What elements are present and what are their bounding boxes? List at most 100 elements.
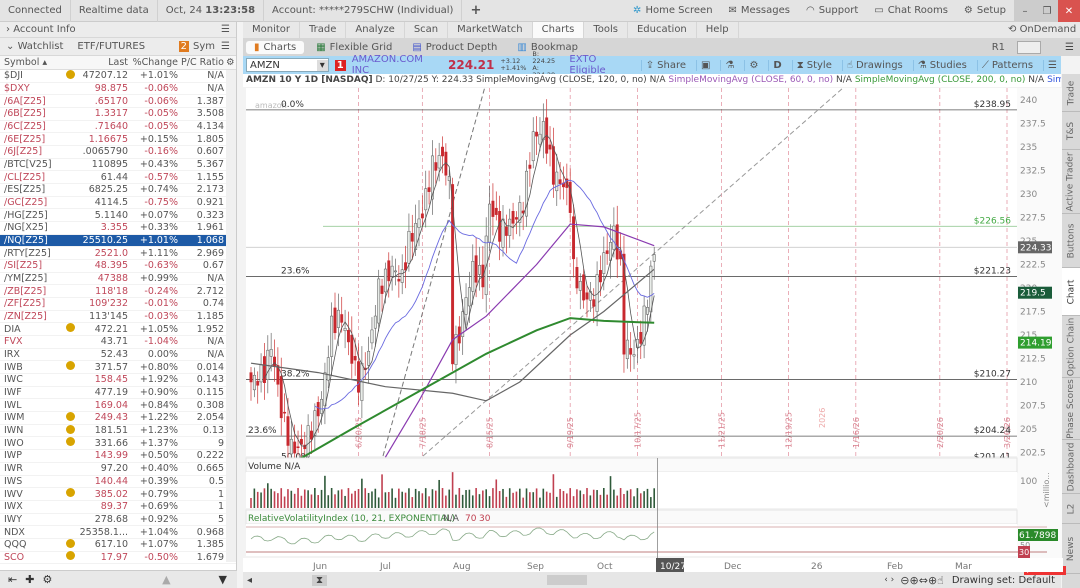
menu-icon[interactable]: ☰	[221, 41, 230, 52]
sma200-legend[interactable]: SimpleMovingAvg (CLOSE, 200, 0, no)	[855, 75, 1026, 85]
home-screen-button[interactable]: ✲ Home Screen	[625, 0, 720, 22]
ondemand-button[interactable]: ⟲ OnDemand	[1008, 22, 1076, 38]
watchlist-row[interactable]: /YM[Z25] 47388 +0.99% N/A	[0, 273, 236, 286]
watchlist-row[interactable]: /BTC[V25] 110895 +0.43% 5.367	[0, 159, 236, 172]
up-arrow-icon[interactable]: ▲	[162, 573, 170, 586]
watchlist-row[interactable]: /NG[X25] 3.355 +0.33% 1.961	[0, 222, 236, 235]
time-pin-handle[interactable]: ⧗	[312, 574, 328, 586]
watchlist-row[interactable]: /HG[Z25] 5.1140 +0.07% 0.323	[0, 209, 236, 223]
share-button[interactable]: ⇪ Share	[640, 59, 690, 71]
watchlist-row[interactable]: NDX 25358.1... +1.04% 0.968	[0, 526, 236, 539]
watchlist-row[interactable]: IWO 331.66 +1.37% 9	[0, 437, 236, 451]
watchlist-row[interactable]: SCO 17.97 -0.50% 1.679	[0, 551, 236, 565]
watchlist-row[interactable]: /SI[Z25] 48.395 -0.63% 0.67	[0, 260, 236, 273]
menu-icon[interactable]: ☰	[1065, 42, 1074, 53]
link-badge[interactable]: 2	[178, 41, 190, 52]
watchlist-row[interactable]: /6A[Z25] .65170 -0.06% 1.387	[0, 95, 236, 109]
col-symbol[interactable]: Symbol ▴	[0, 57, 62, 68]
watchlist-row[interactable]: FVX 43.71 -1.04% N/A	[0, 336, 236, 349]
chevron-down-icon[interactable]: ⌄	[6, 41, 18, 52]
pointer-icon[interactable]: ☝	[937, 574, 944, 587]
gear-icon[interactable]: ⚙	[42, 573, 52, 586]
right-tab-active-trader[interactable]: Active Trader	[1062, 150, 1080, 214]
setup-button[interactable]: ⚙ Setup	[956, 0, 1014, 22]
studies-button[interactable]: ⚗ Studies	[912, 59, 971, 71]
add-icon[interactable]: ✚	[25, 573, 34, 586]
tab-scan[interactable]: Scan	[405, 22, 449, 38]
watchlist-row[interactable]: IWC 158.45 +1.92% 0.143	[0, 374, 236, 387]
watchlist-row[interactable]: /6C[Z25] .71640 -0.05% 4.134	[0, 121, 236, 134]
watchlist-row[interactable]: IWF 477.19 +0.90% 0.115	[0, 387, 236, 400]
more-studies-legend[interactable]: Simple...	[1047, 75, 1061, 85]
watchlist-row[interactable]: $DXY 98.875 -0.06% N/A	[0, 83, 236, 96]
zoom-out-icon[interactable]: ⊖	[900, 574, 909, 587]
alerts-button[interactable]: ▣	[696, 59, 714, 71]
right-tab-t-s[interactable]: T&S	[1062, 112, 1080, 150]
tab-education[interactable]: Education	[628, 22, 697, 38]
tab-charts[interactable]: Charts	[532, 22, 585, 38]
chat-rooms-button[interactable]: ▭ Chat Rooms	[866, 0, 956, 22]
style-button[interactable]: ⧗ Style	[791, 59, 836, 71]
scroll-arrows[interactable]: ‹ ›	[884, 575, 894, 585]
right-tab-dashboard[interactable]: Dashboard	[1062, 440, 1080, 494]
watchlist-row[interactable]: IRX 52.43 0.00% N/A	[0, 349, 236, 362]
drawings-button[interactable]: ☝ Drawings	[841, 59, 907, 71]
col-last[interactable]: Last	[78, 57, 128, 68]
symbol-input[interactable]: Sym	[193, 41, 215, 52]
watchlist-row[interactable]: /6J[Z25] .0065790 -0.16% 0.607	[0, 146, 236, 159]
watchlist-row[interactable]: /ZN[Z25] 113'145 -0.03% 1.185	[0, 311, 236, 324]
right-tab-chart[interactable]: Chart	[1062, 268, 1080, 316]
watchlist-row[interactable]: /RTY[Z25] 2521.0 +1.11% 2.969	[0, 247, 236, 261]
sma60-legend[interactable]: SimpleMovingAvg (CLOSE, 60, 0, no)	[668, 75, 833, 85]
watchlist-row[interactable]: IWB 371.57 +0.80% 0.014	[0, 361, 236, 375]
grid-selector[interactable]	[1017, 40, 1042, 54]
tab-analyze[interactable]: Analyze	[346, 22, 405, 38]
watchlist-selector[interactable]: ETF/FUTURES	[77, 41, 145, 52]
data-mode-dropdown[interactable]: Realtime data	[71, 0, 158, 22]
watchlist-row[interactable]: IWS 140.44 +0.39% 0.5	[0, 476, 236, 489]
watchlist-row[interactable]: IWY 278.68 +0.92% 5	[0, 514, 236, 527]
link-badge[interactable]: 1	[334, 59, 346, 71]
tab-tools[interactable]: Tools	[584, 22, 628, 38]
symbol-input[interactable]: AMZN ▾	[246, 58, 329, 72]
tab-help[interactable]: Help	[697, 22, 739, 38]
watchlist-scrollbar[interactable]	[226, 70, 236, 562]
right-tab-buttons[interactable]: Buttons	[1062, 214, 1080, 268]
watchlist-row[interactable]: IWX 89.37 +0.69% 1	[0, 501, 236, 514]
support-button[interactable]: ◠ Support	[798, 0, 866, 22]
right-tab-phase-scores[interactable]: Phase Scores	[1062, 378, 1080, 440]
watchlist-row[interactable]: IWR 97.20 +0.40% 0.665	[0, 463, 236, 476]
patterns-button[interactable]: ⟋ Patterns	[976, 59, 1037, 71]
chevron-down-icon[interactable]: ▾	[316, 59, 328, 71]
watchlist-row[interactable]: /ES[Z25] 6825.25 +0.74% 2.173	[0, 184, 236, 197]
col-pc-ratio[interactable]: P/C Ratio	[178, 57, 224, 68]
watchlist-row[interactable]: /CL[Z25] 61.44 -0.57% 1.155	[0, 171, 236, 185]
sma120-legend[interactable]: SimpleMovingAvg (CLOSE, 120, 0, no)	[476, 75, 647, 85]
gear-icon[interactable]: ⚙	[226, 57, 235, 68]
account-selector[interactable]: Account: *****279SCHW (Individual)	[264, 0, 463, 22]
watchlist-row[interactable]: /NQ[Z25] 25510.25 +1.01% 1.068	[0, 234, 236, 248]
watchlist-row[interactable]: IWP 143.99 +0.50% 0.222	[0, 450, 236, 463]
watchlist-row[interactable]: QQQ 617.10 +1.07% 1.385	[0, 538, 236, 552]
settings-button[interactable]: ⚙	[744, 59, 762, 71]
zoom-in-icon[interactable]: ⊕	[910, 574, 919, 587]
horizontal-scrollbar[interactable]	[547, 575, 588, 585]
col-change[interactable]: %Change	[128, 57, 178, 68]
collapse-icon[interactable]: ⇤	[8, 573, 17, 586]
flask-button[interactable]: ⚗	[720, 59, 738, 71]
tab-marketwatch[interactable]: MarketWatch	[448, 22, 533, 38]
maximize-button[interactable]: ❐	[1036, 0, 1058, 22]
subtab-charts[interactable]: ▮ Charts	[246, 40, 305, 54]
close-button[interactable]: ✕	[1058, 0, 1080, 22]
scroll-left-icon[interactable]: ◂	[247, 575, 252, 586]
right-tab-trade[interactable]: Trade	[1062, 74, 1080, 112]
watchlist-row[interactable]: IWL 169.04 +0.84% 0.308	[0, 399, 236, 413]
watchlist-row[interactable]: $DJI 47207.12 +1.01% N/A	[0, 69, 236, 83]
right-tab-l-[interactable]: L2	[1062, 494, 1080, 524]
right-tab-option-chain[interactable]: Option Chain	[1062, 316, 1080, 378]
tab-monitor[interactable]: Monitor	[243, 22, 301, 38]
down-arrow-icon[interactable]: ▼	[219, 573, 227, 586]
add-account-button[interactable]: +	[462, 0, 489, 22]
price-chart[interactable]: amazon6/20/25 7/18/25 8/15/25 9/19/25 10/17/…	[243, 88, 1063, 558]
account-info-header[interactable]: › Account Info ☰	[0, 22, 236, 38]
